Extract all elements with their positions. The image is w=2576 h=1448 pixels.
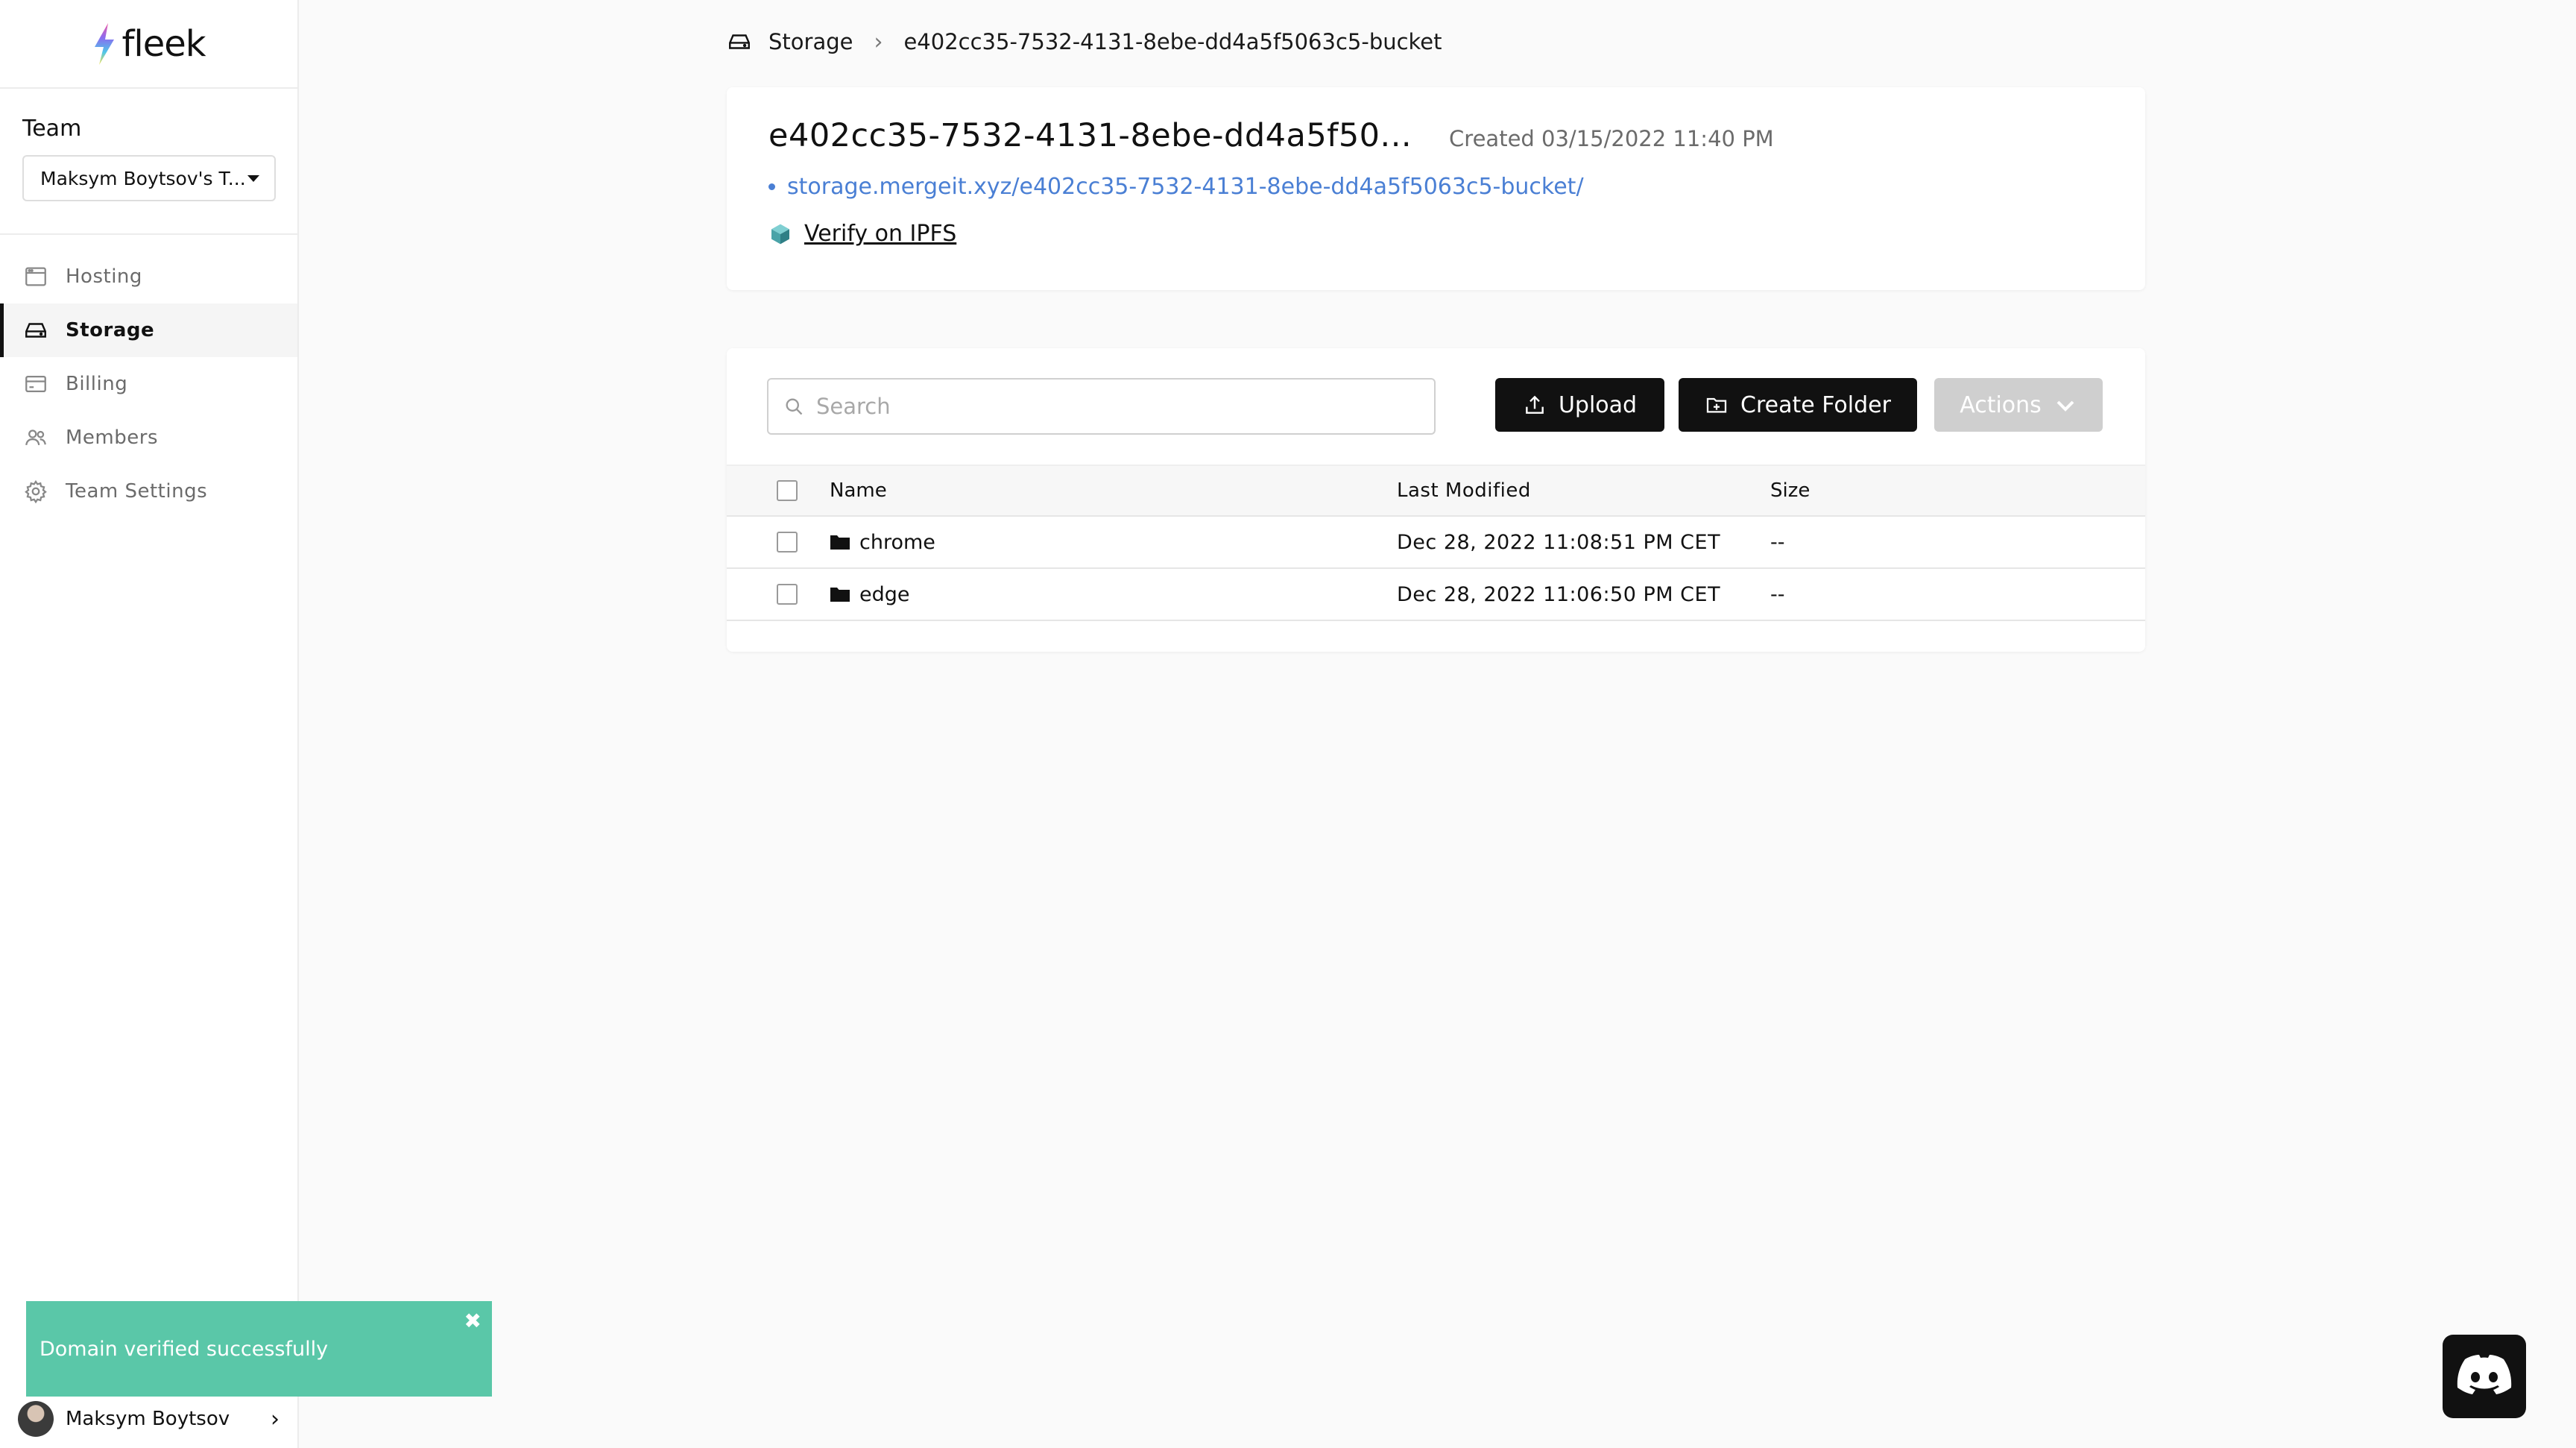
sidebar-item-label: Team Settings — [66, 480, 208, 503]
files-toolbar: Upload Create Folder Actions — [727, 348, 2145, 465]
bucket-title: e402cc35-7532-4131-8ebe-dd4a5f50... — [768, 117, 1412, 154]
gear-icon — [22, 478, 49, 505]
search-box[interactable] — [767, 378, 1436, 435]
size-cell: -- — [1770, 530, 1785, 554]
bucket-url[interactable]: storage.mergeit.xyz/e402cc35-7532-4131-8… — [768, 174, 2103, 200]
bucket-info-card: e402cc35-7532-4131-8ebe-dd4a5f50... Crea… — [727, 87, 2145, 290]
hard-drive-icon — [22, 317, 49, 344]
file-name: chrome — [859, 530, 935, 554]
sidebar-item-label: Members — [66, 426, 158, 449]
column-name[interactable]: Name — [830, 479, 887, 502]
sidebar-item-members[interactable]: Members — [0, 411, 297, 465]
actions-label: Actions — [1960, 391, 2042, 418]
team-select[interactable]: Maksym Boytsov's T... — [22, 155, 276, 201]
row-checkbox[interactable] — [777, 532, 798, 553]
sidebar-item-label: Billing — [66, 373, 128, 395]
search-icon — [786, 398, 803, 415]
table-row[interactable]: chrome Dec 28, 2022 11:08:51 PM CET -- — [727, 517, 2145, 569]
toast-message: Domain verified successfully — [40, 1337, 329, 1361]
search-input[interactable] — [816, 394, 1412, 419]
sidebar-item-label: Hosting — [66, 265, 142, 288]
status-dot — [768, 183, 775, 190]
users-icon — [22, 424, 49, 451]
fleek-logo[interactable]: fleek — [0, 0, 297, 89]
sidebar-item-label: Storage — [66, 319, 155, 341]
chevron-down-icon — [2056, 400, 2074, 412]
bucket-url-text: storage.mergeit.xyz/e402cc35-7532-4131-8… — [787, 174, 1584, 200]
user-name: Maksym Boytsov — [66, 1408, 230, 1430]
upload-button[interactable]: Upload — [1495, 378, 1664, 432]
verify-ipfs-link[interactable]: Verify on IPFS — [804, 221, 956, 247]
lightning-bolt-icon — [95, 22, 115, 65]
breadcrumb-current: e402cc35-7532-4131-8ebe-dd4a5f5063c5-buc… — [903, 29, 1442, 54]
avatar — [18, 1401, 54, 1437]
files-card: Upload Create Folder Actions Name Last M… — [727, 348, 2145, 652]
hard-drive-icon — [729, 34, 750, 49]
team-section: Team Maksym Boytsov's T... — [0, 89, 297, 235]
breadcrumb-storage[interactable]: Storage — [768, 29, 853, 54]
create-folder-button[interactable]: Create Folder — [1679, 378, 1917, 432]
sidebar: fleek Team Maksym Boytsov's T... Hosting… — [0, 0, 299, 1448]
file-name-cell[interactable]: chrome — [830, 531, 935, 554]
discord-icon — [2457, 1355, 2512, 1394]
row-checkbox[interactable] — [777, 584, 798, 605]
actions-dropdown[interactable]: Actions — [1934, 378, 2103, 432]
size-cell: -- — [1770, 582, 1785, 606]
file-name: edge — [859, 582, 910, 606]
file-name-cell[interactable]: edge — [830, 583, 910, 606]
folder-icon — [830, 588, 850, 602]
ipfs-cube-icon — [771, 224, 789, 244]
modified-cell: Dec 28, 2022 11:06:50 PM CET — [1397, 582, 1721, 606]
table-header: Name Last Modified Size — [727, 465, 2145, 517]
sidebar-nav: Hosting Storage Billing Members Team Set… — [0, 235, 297, 518]
chevron-right-icon: › — [874, 28, 883, 55]
column-last-modified[interactable]: Last Modified — [1397, 479, 1531, 502]
create-folder-label: Create Folder — [1740, 391, 1891, 418]
sidebar-item-hosting[interactable]: Hosting — [0, 250, 297, 303]
column-size[interactable]: Size — [1770, 479, 1810, 502]
team-label: Team — [22, 116, 82, 142]
table-row[interactable]: edge Dec 28, 2022 11:06:50 PM CET -- — [727, 569, 2145, 621]
modified-cell: Dec 28, 2022 11:08:51 PM CET — [1397, 530, 1721, 554]
sidebar-item-billing[interactable]: Billing — [0, 357, 297, 411]
folder-icon — [830, 535, 850, 550]
success-toast: Domain verified successfully ✖ — [26, 1301, 492, 1397]
user-menu[interactable]: Maksym Boytsov › — [0, 1390, 299, 1448]
created-date: Created 03/15/2022 11:40 PM — [1449, 126, 1774, 151]
upload-label: Upload — [1558, 391, 1638, 418]
sidebar-item-team-settings[interactable]: Team Settings — [0, 465, 297, 518]
credit-card-icon — [22, 371, 49, 397]
close-icon[interactable]: ✖ — [464, 1309, 482, 1333]
sidebar-item-storage[interactable]: Storage — [0, 303, 297, 357]
team-select-value: Maksym Boytsov's T... — [40, 167, 246, 189]
discord-chat-button[interactable] — [2443, 1335, 2526, 1418]
folder-plus-icon — [1706, 397, 1727, 413]
browser-window-icon — [22, 263, 49, 290]
select-all-checkbox[interactable] — [777, 480, 798, 501]
caret-down-icon — [247, 174, 259, 182]
breadcrumb: Storage › e402cc35-7532-4131-8ebe-dd4a5f… — [727, 25, 1442, 58]
logo-text: fleek — [121, 22, 206, 65]
chevron-right-icon: › — [271, 1405, 280, 1432]
upload-icon — [1526, 395, 1544, 414]
